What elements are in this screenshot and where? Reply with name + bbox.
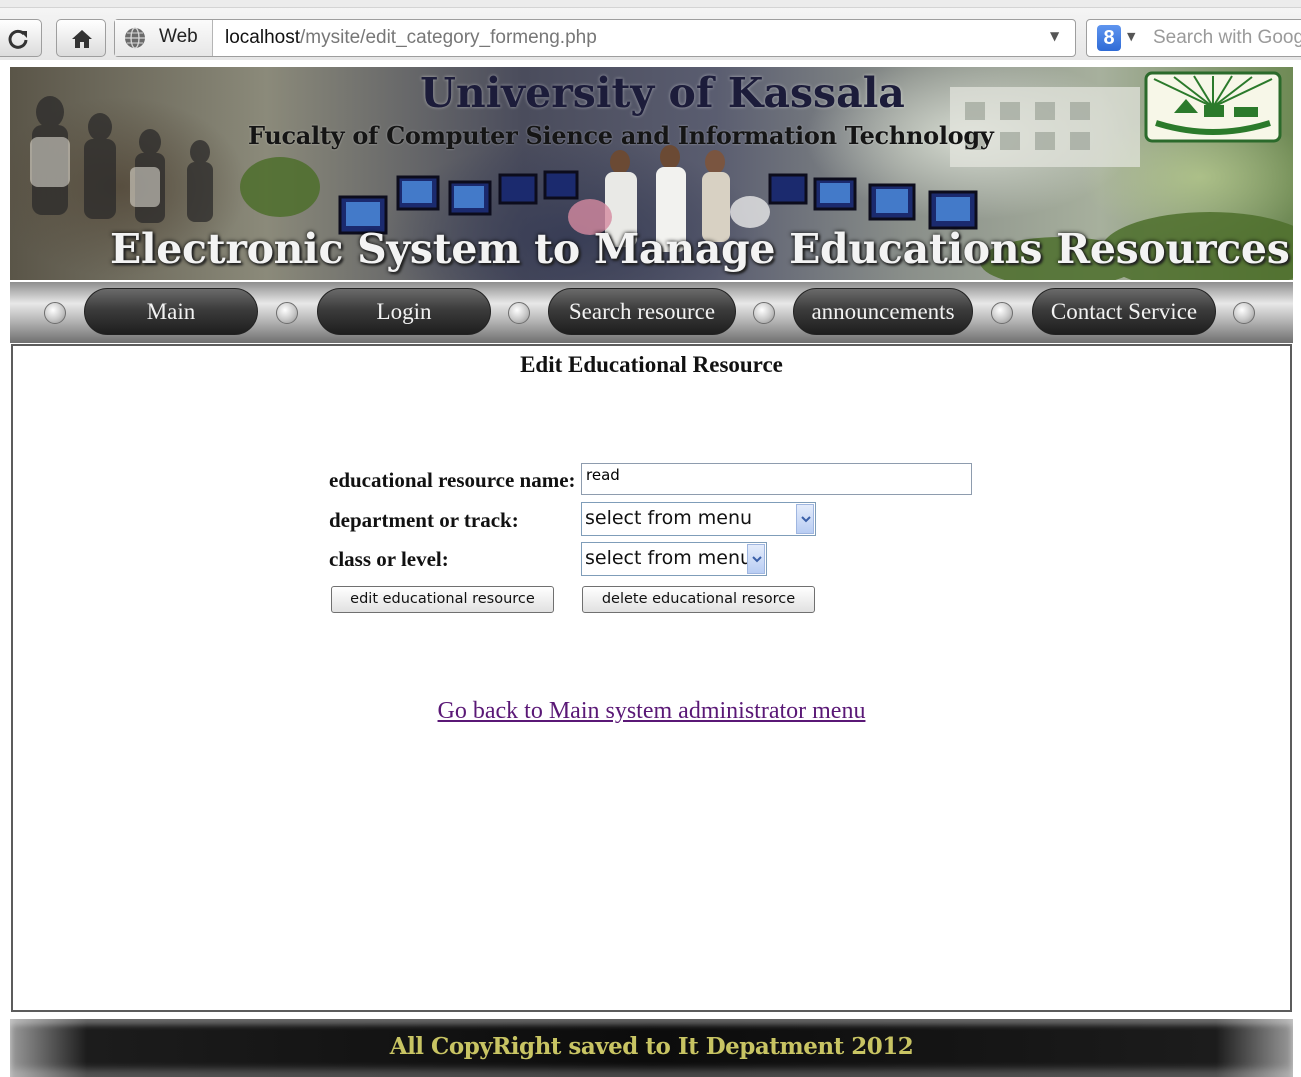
globe-icon bbox=[125, 27, 145, 49]
department-select-value: select from menu bbox=[585, 507, 753, 529]
department-label: department or track: bbox=[329, 508, 519, 532]
nav-item-login[interactable]: Login bbox=[317, 288, 491, 335]
edit-resource-button[interactable]: edit educational resource bbox=[331, 586, 554, 613]
university-logo bbox=[1144, 71, 1282, 143]
page-title: Edit Educational Resource bbox=[520, 352, 783, 377]
chevron-down-icon[interactable] bbox=[796, 504, 814, 534]
reload-icon bbox=[8, 29, 28, 49]
banner-faculty: Fucalty of Computer Sience and Informati… bbox=[248, 121, 994, 150]
footer-copyright: All CopyRight saved to It Depatment 2012 bbox=[389, 1033, 914, 1060]
department-select[interactable]: select from menu bbox=[581, 502, 816, 536]
toolbar-edge bbox=[0, 0, 1301, 8]
site-footer: All CopyRight saved to It Depatment 2012 bbox=[10, 1019, 1293, 1077]
nav-item-search-resource[interactable]: Search resource bbox=[548, 288, 736, 335]
url-bar[interactable]: Web localhost/mysite/edit_category_forme… bbox=[114, 19, 1076, 57]
reload-button[interactable] bbox=[0, 19, 42, 57]
nav-item-main[interactable]: Main bbox=[84, 288, 258, 335]
nav-knob bbox=[44, 302, 66, 324]
resource-name-input[interactable]: read bbox=[581, 463, 972, 495]
delete-resource-button[interactable]: delete educational resorce bbox=[582, 586, 815, 613]
class-select-value: select from menu bbox=[585, 547, 753, 569]
web-label: Web bbox=[159, 26, 198, 47]
site-banner: University of Kassala Fucalty of Compute… bbox=[10, 67, 1293, 280]
search-engine-dropdown-icon[interactable]: ▼ bbox=[1127, 30, 1135, 43]
url-path: /mysite/edit_category_formeng.php bbox=[300, 27, 597, 48]
nav-item-contact-service[interactable]: Contact Service bbox=[1032, 288, 1216, 335]
nav-item-announcements[interactable]: announcements bbox=[793, 288, 973, 335]
main-nav: Main Login Search resource announcements… bbox=[10, 282, 1293, 343]
home-button[interactable] bbox=[56, 19, 106, 57]
search-engine-icon[interactable]: 8 bbox=[1097, 25, 1121, 51]
banner-system-name: Electronic System to Manage Educations R… bbox=[110, 225, 1290, 273]
nav-knob bbox=[991, 302, 1013, 324]
class-select[interactable]: select from menu bbox=[581, 542, 767, 576]
home-icon bbox=[72, 30, 92, 48]
browser-toolbar: Web localhost/mysite/edit_category_forme… bbox=[0, 0, 1301, 60]
chevron-down-icon[interactable] bbox=[747, 544, 765, 574]
nav-knob bbox=[276, 302, 298, 324]
search-box[interactable]: 8 ▼ Search with Goog bbox=[1086, 19, 1301, 57]
nav-knob bbox=[753, 302, 775, 324]
search-placeholder: Search with Goog bbox=[1153, 27, 1301, 48]
url-host: localhost bbox=[225, 27, 300, 48]
nav-knob bbox=[1233, 302, 1255, 324]
url-history-dropdown-icon[interactable]: ▼ bbox=[1050, 29, 1059, 43]
url-text[interactable]: localhost/mysite/edit_category_formeng.p… bbox=[225, 27, 597, 49]
site-identity-chip[interactable]: Web bbox=[115, 20, 213, 56]
banner-title: University of Kassala bbox=[420, 69, 905, 117]
nav-knob bbox=[508, 302, 530, 324]
back-to-admin-menu-link[interactable]: Go back to Main system administrator men… bbox=[13, 698, 1290, 725]
class-label: class or level: bbox=[329, 547, 449, 571]
content-panel: Edit Educational Resource educational re… bbox=[11, 344, 1292, 1012]
resource-name-label: educational resource name: bbox=[329, 468, 576, 492]
